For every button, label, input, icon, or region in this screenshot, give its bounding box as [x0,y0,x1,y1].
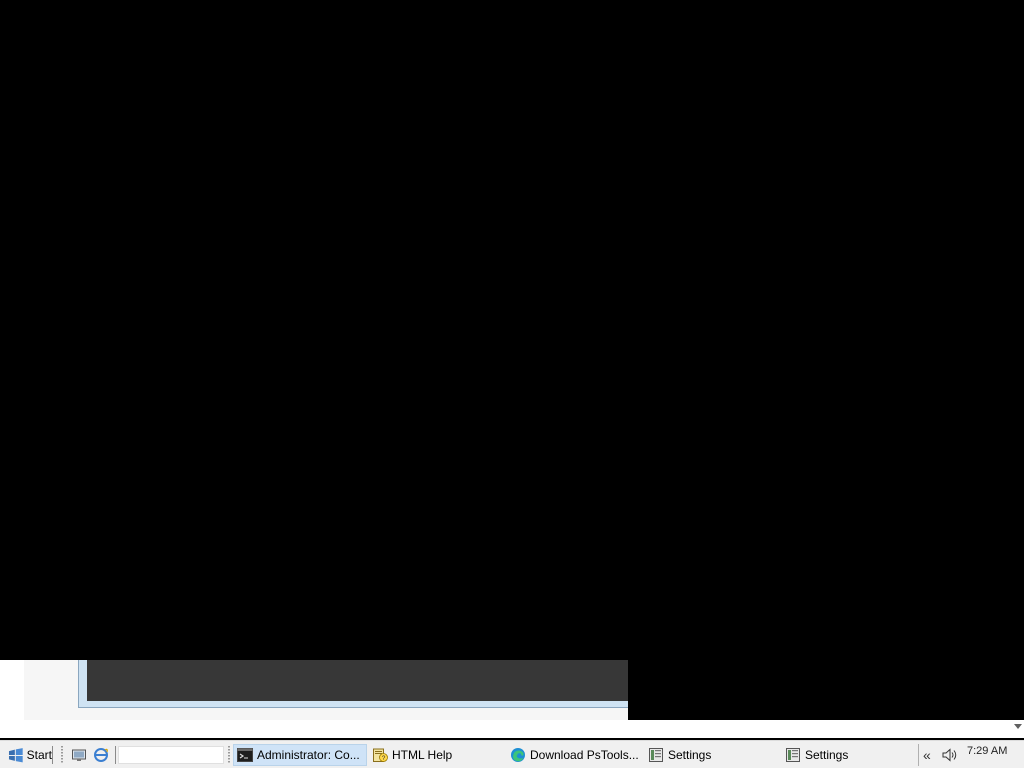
desktop-background [0,0,1024,660]
taskbar-separator [52,746,53,764]
settings-icon [786,748,800,762]
start-label: Start [26,748,52,762]
volume-icon[interactable] [941,747,959,763]
task-button-settings-1[interactable]: Settings [645,744,781,766]
task-button-download-pstools[interactable]: Download PsTools... [507,744,643,766]
address-toolbar-input[interactable] [118,746,224,764]
task-label: Download PsTools... [530,748,639,762]
task-button-settings-2[interactable]: Settings [782,744,918,766]
edge-icon [511,748,525,762]
console-window-body[interactable] [87,660,628,701]
task-button-administrator-console[interactable]: Administrator: Co... [233,744,367,766]
task-label: HTML Help [392,748,453,762]
desktop-background-lower [628,660,1024,720]
desktop-screen: Start Administrator: Co... ? HTML Help D… [0,0,1024,768]
console-window[interactable] [78,660,628,708]
task-label: Settings [805,748,849,762]
svg-text:?: ? [382,755,386,762]
help-icon: ? [373,748,388,762]
show-desktop-icon[interactable] [71,747,87,763]
horizontal-scroll-area [0,720,1024,738]
system-tray: « 7:29 AM [918,744,1022,766]
clock[interactable]: 7:29 AM [967,745,1007,757]
toolbar-grip[interactable] [228,746,230,764]
cmd-icon [237,748,253,762]
settings-icon [649,748,663,762]
start-button[interactable]: Start [6,744,52,766]
show-hidden-icons-chevron-icon[interactable]: « [923,746,931,764]
ie-icon[interactable] [93,747,109,763]
window-edge-strip [0,660,24,720]
taskbar: Start Administrator: Co... ? HTML Help D… [0,740,1024,768]
taskbar-separator [115,746,116,764]
task-label: Settings [668,748,712,762]
windows-flag-icon [8,748,23,763]
task-label: Administrator: Co... [257,748,360,762]
task-button-html-help[interactable]: ? HTML Help [369,744,505,766]
toolbar-grip[interactable] [61,746,63,764]
scroll-down-arrow-icon[interactable] [1014,724,1022,729]
